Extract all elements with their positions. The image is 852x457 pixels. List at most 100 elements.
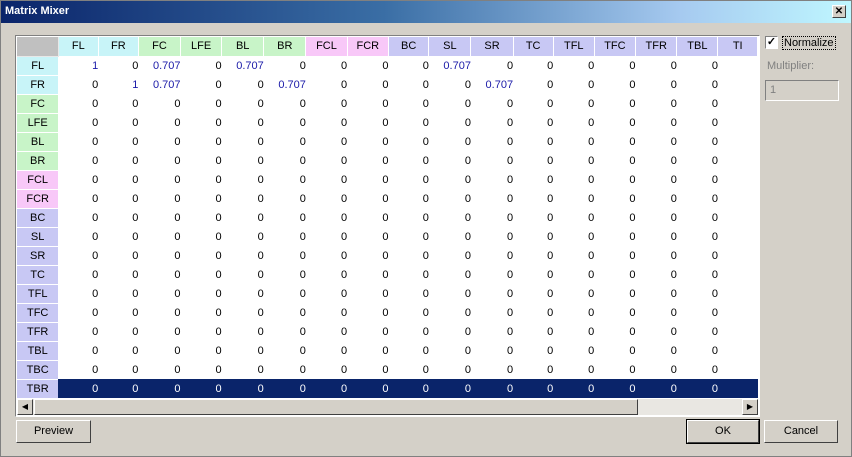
matrix-cell[interactable]: 0 — [306, 151, 347, 170]
matrix-cell[interactable]: 0 — [138, 246, 180, 265]
matrix-cell-partial[interactable] — [718, 75, 758, 94]
matrix-cell[interactable]: 1 — [58, 56, 98, 75]
matrix-cell[interactable]: 0 — [471, 284, 513, 303]
matrix-cell[interactable]: 0 — [222, 322, 264, 341]
matrix-cell[interactable]: 0 — [264, 265, 306, 284]
matrix-cell[interactable]: 0 — [553, 379, 595, 398]
normalize-checkbox[interactable]: ✓ — [765, 36, 778, 49]
matrix-cell[interactable]: 0 — [98, 56, 138, 75]
matrix-cell[interactable]: 0 — [636, 360, 677, 379]
matrix-cell[interactable]: 0 — [636, 75, 677, 94]
matrix-cell[interactable]: 0 — [389, 208, 429, 227]
matrix-row-tfl[interactable]: TFL 0 0 0 0 0 0 0 0 0 0 0 0 0 0 0 0 — [17, 284, 758, 304]
matrix-cell[interactable]: 0 — [264, 56, 306, 75]
matrix-cell[interactable]: 0 — [471, 170, 513, 189]
matrix-cell[interactable]: 0 — [513, 379, 554, 398]
matrix-cell[interactable]: 0 — [306, 284, 347, 303]
matrix-cell[interactable]: 0 — [222, 360, 264, 379]
matrix-cell[interactable]: 0 — [594, 56, 635, 75]
matrix-cell[interactable]: 0 — [305, 379, 348, 398]
matrix-cell[interactable]: 0 — [594, 94, 635, 113]
matrix-cell[interactable]: 0 — [138, 265, 180, 284]
matrix-cell[interactable]: 0 — [429, 94, 471, 113]
matrix-cell[interactable]: 0 — [636, 322, 677, 341]
matrix-cell[interactable]: 0 — [471, 94, 513, 113]
matrix-cell[interactable]: 0 — [594, 189, 635, 208]
matrix-cell[interactable]: 0 — [429, 189, 471, 208]
matrix-cell[interactable]: 0 — [58, 227, 98, 246]
matrix-cell[interactable]: 0 — [347, 189, 388, 208]
matrix-cell[interactable]: 0 — [264, 189, 306, 208]
matrix-cell[interactable]: 0 — [222, 265, 264, 284]
matrix-cell[interactable]: 0 — [181, 170, 222, 189]
matrix-cell[interactable]: 0 — [429, 284, 471, 303]
matrix-cell[interactable]: 0 — [389, 360, 429, 379]
matrix-cell[interactable]: 0 — [58, 170, 98, 189]
matrix-cell[interactable]: 0 — [138, 303, 180, 322]
matrix-cell[interactable]: 0 — [264, 132, 306, 151]
scroll-left-button[interactable]: ◀ — [17, 399, 33, 415]
matrix-cell[interactable]: 0 — [471, 132, 513, 151]
matrix-cell[interactable]: 0 — [98, 208, 138, 227]
matrix-cell[interactable]: 0 — [264, 341, 306, 360]
matrix-cell[interactable]: 0 — [513, 56, 553, 75]
matrix-cell[interactable]: 0 — [58, 341, 98, 360]
matrix-cell[interactable]: 0 — [58, 303, 98, 322]
matrix-cell[interactable]: 0 — [138, 284, 180, 303]
matrix-cell[interactable]: 0 — [636, 246, 677, 265]
matrix-cell[interactable]: 0 — [389, 322, 429, 341]
matrix-cell[interactable]: 0 — [636, 132, 677, 151]
matrix-cell[interactable]: 0 — [222, 75, 264, 94]
matrix-cell[interactable]: 0 — [553, 94, 594, 113]
matrix-row-tfr[interactable]: TFR 0 0 0 0 0 0 0 0 0 0 0 0 0 0 0 0 — [17, 322, 758, 342]
matrix-cell[interactable]: 0 — [636, 170, 677, 189]
matrix-cell[interactable]: 0 — [222, 227, 264, 246]
matrix-row-br[interactable]: BR 0 0 0 0 0 0 0 0 0 0 0 0 0 0 0 0 — [17, 151, 758, 171]
matrix-cell[interactable]: 0 — [389, 303, 429, 322]
matrix-cell[interactable]: 0 — [264, 246, 306, 265]
matrix-cell[interactable]: 0 — [429, 170, 471, 189]
matrix-cell[interactable]: 0 — [98, 151, 138, 170]
matrix-cell[interactable]: 0 — [513, 360, 553, 379]
matrix-cell[interactable]: 0 — [98, 227, 138, 246]
matrix-cell[interactable]: 0 — [306, 303, 347, 322]
matrix-cell[interactable]: 0 — [388, 379, 429, 398]
matrix-cell[interactable]: 0 — [181, 265, 222, 284]
matrix-cell[interactable]: 0 — [636, 284, 677, 303]
matrix-cell[interactable]: 0 — [429, 113, 471, 132]
matrix-cell[interactable]: 0 — [429, 208, 471, 227]
matrix-cell[interactable]: 0 — [594, 341, 635, 360]
matrix-cell[interactable]: 0 — [181, 56, 222, 75]
matrix-cell[interactable]: 0 — [553, 341, 594, 360]
matrix-cell[interactable]: 0 — [513, 170, 553, 189]
matrix-cell[interactable]: 0.707 — [138, 56, 181, 75]
matrix-cell[interactable]: 0 — [58, 151, 98, 170]
matrix-cell[interactable]: 0 — [389, 284, 429, 303]
matrix-cell[interactable]: 0.707 — [429, 56, 471, 75]
horizontal-scrollbar[interactable]: ◀ ▶ — [17, 399, 758, 415]
matrix-cell[interactable]: 0 — [98, 322, 138, 341]
matrix-cell[interactable]: 0 — [677, 151, 718, 170]
matrix-cell[interactable]: 0 — [553, 246, 594, 265]
matrix-cell[interactable]: 0 — [98, 265, 138, 284]
matrix-cell[interactable]: 0 — [636, 208, 677, 227]
matrix-cell[interactable]: 0 — [98, 284, 138, 303]
matrix-row-bl[interactable]: BL 0 0 0 0 0 0 0 0 0 0 0 0 0 0 0 0 — [17, 132, 758, 152]
matrix-cell[interactable]: 0 — [98, 360, 138, 379]
matrix-cell[interactable]: 0 — [553, 322, 594, 341]
matrix-cell[interactable]: 0 — [471, 341, 513, 360]
matrix-cell[interactable]: 0 — [513, 151, 553, 170]
matrix-cell[interactable]: 0 — [306, 132, 347, 151]
matrix-cell[interactable]: 0 — [636, 94, 677, 113]
matrix-cell[interactable]: 0 — [389, 132, 429, 151]
matrix-row-tbr[interactable]: TBR 0 0 0 0 0 0 0 0 0 0 0 0 0 0 0 0 — [17, 379, 758, 398]
matrix-cell[interactable]: 0 — [58, 208, 98, 227]
matrix-cell[interactable]: 0 — [389, 113, 429, 132]
matrix-cell-partial[interactable] — [718, 151, 758, 170]
matrix-cell[interactable]: 0 — [513, 75, 553, 94]
matrix-cell[interactable]: 0 — [347, 94, 388, 113]
matrix-cell[interactable]: 0 — [347, 113, 388, 132]
matrix-cell[interactable]: 0 — [138, 227, 180, 246]
matrix-cell-partial[interactable] — [718, 132, 758, 151]
matrix-row-fl[interactable]: FL 1 0 0.707 0 0.707 0 0 0 0 0.707 0 0 0 0 0 0 — [17, 56, 758, 76]
